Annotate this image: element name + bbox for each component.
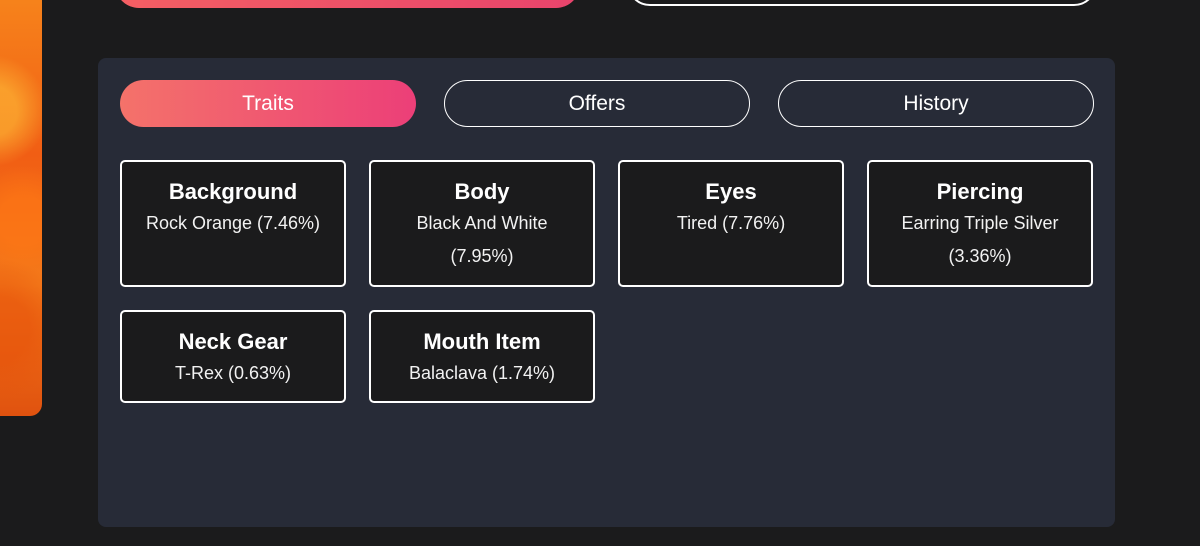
trait-card-body: Body Black And White (7.95%) (369, 160, 595, 287)
tab-traits[interactable]: Traits (120, 80, 416, 127)
details-panel: Traits Offers History Background Rock Or… (98, 58, 1115, 527)
trait-value: Balaclava (1.74%) (408, 363, 556, 383)
trait-name: Piercing (936, 179, 1024, 204)
trait-name: Eyes (705, 179, 757, 204)
trait-card-mouth-item: Mouth Item Balaclava (1.74%) (369, 310, 595, 403)
trait-name: Mouth Item (423, 329, 541, 354)
trait-card-neck-gear: Neck Gear T-Rex (0.63%) (120, 310, 346, 403)
trait-value: Tired (7.76%) (676, 213, 786, 233)
trait-name: Neck Gear (178, 329, 288, 354)
tab-offers[interactable]: Offers (444, 80, 750, 127)
trait-name: Background (168, 179, 298, 204)
nft-artwork-image (0, 0, 42, 416)
trait-card-background: Background Rock Orange (7.46%) (120, 160, 346, 287)
primary-action-button[interactable] (115, 0, 580, 8)
trait-card-piercing: Piercing Earring Triple Silver (3.36%) (867, 160, 1093, 287)
trait-value: T-Rex (0.63%) (174, 363, 292, 383)
trait-name: Body (454, 179, 510, 204)
trait-value: Black And White (7.95%) (416, 213, 548, 266)
tab-history[interactable]: History (778, 80, 1094, 127)
secondary-action-button[interactable] (627, 0, 1097, 6)
trait-card-eyes: Eyes Tired (7.76%) (618, 160, 844, 287)
trait-value: Earring Triple Silver (3.36%) (901, 213, 1059, 266)
trait-value: Rock Orange (7.46%) (145, 213, 321, 233)
